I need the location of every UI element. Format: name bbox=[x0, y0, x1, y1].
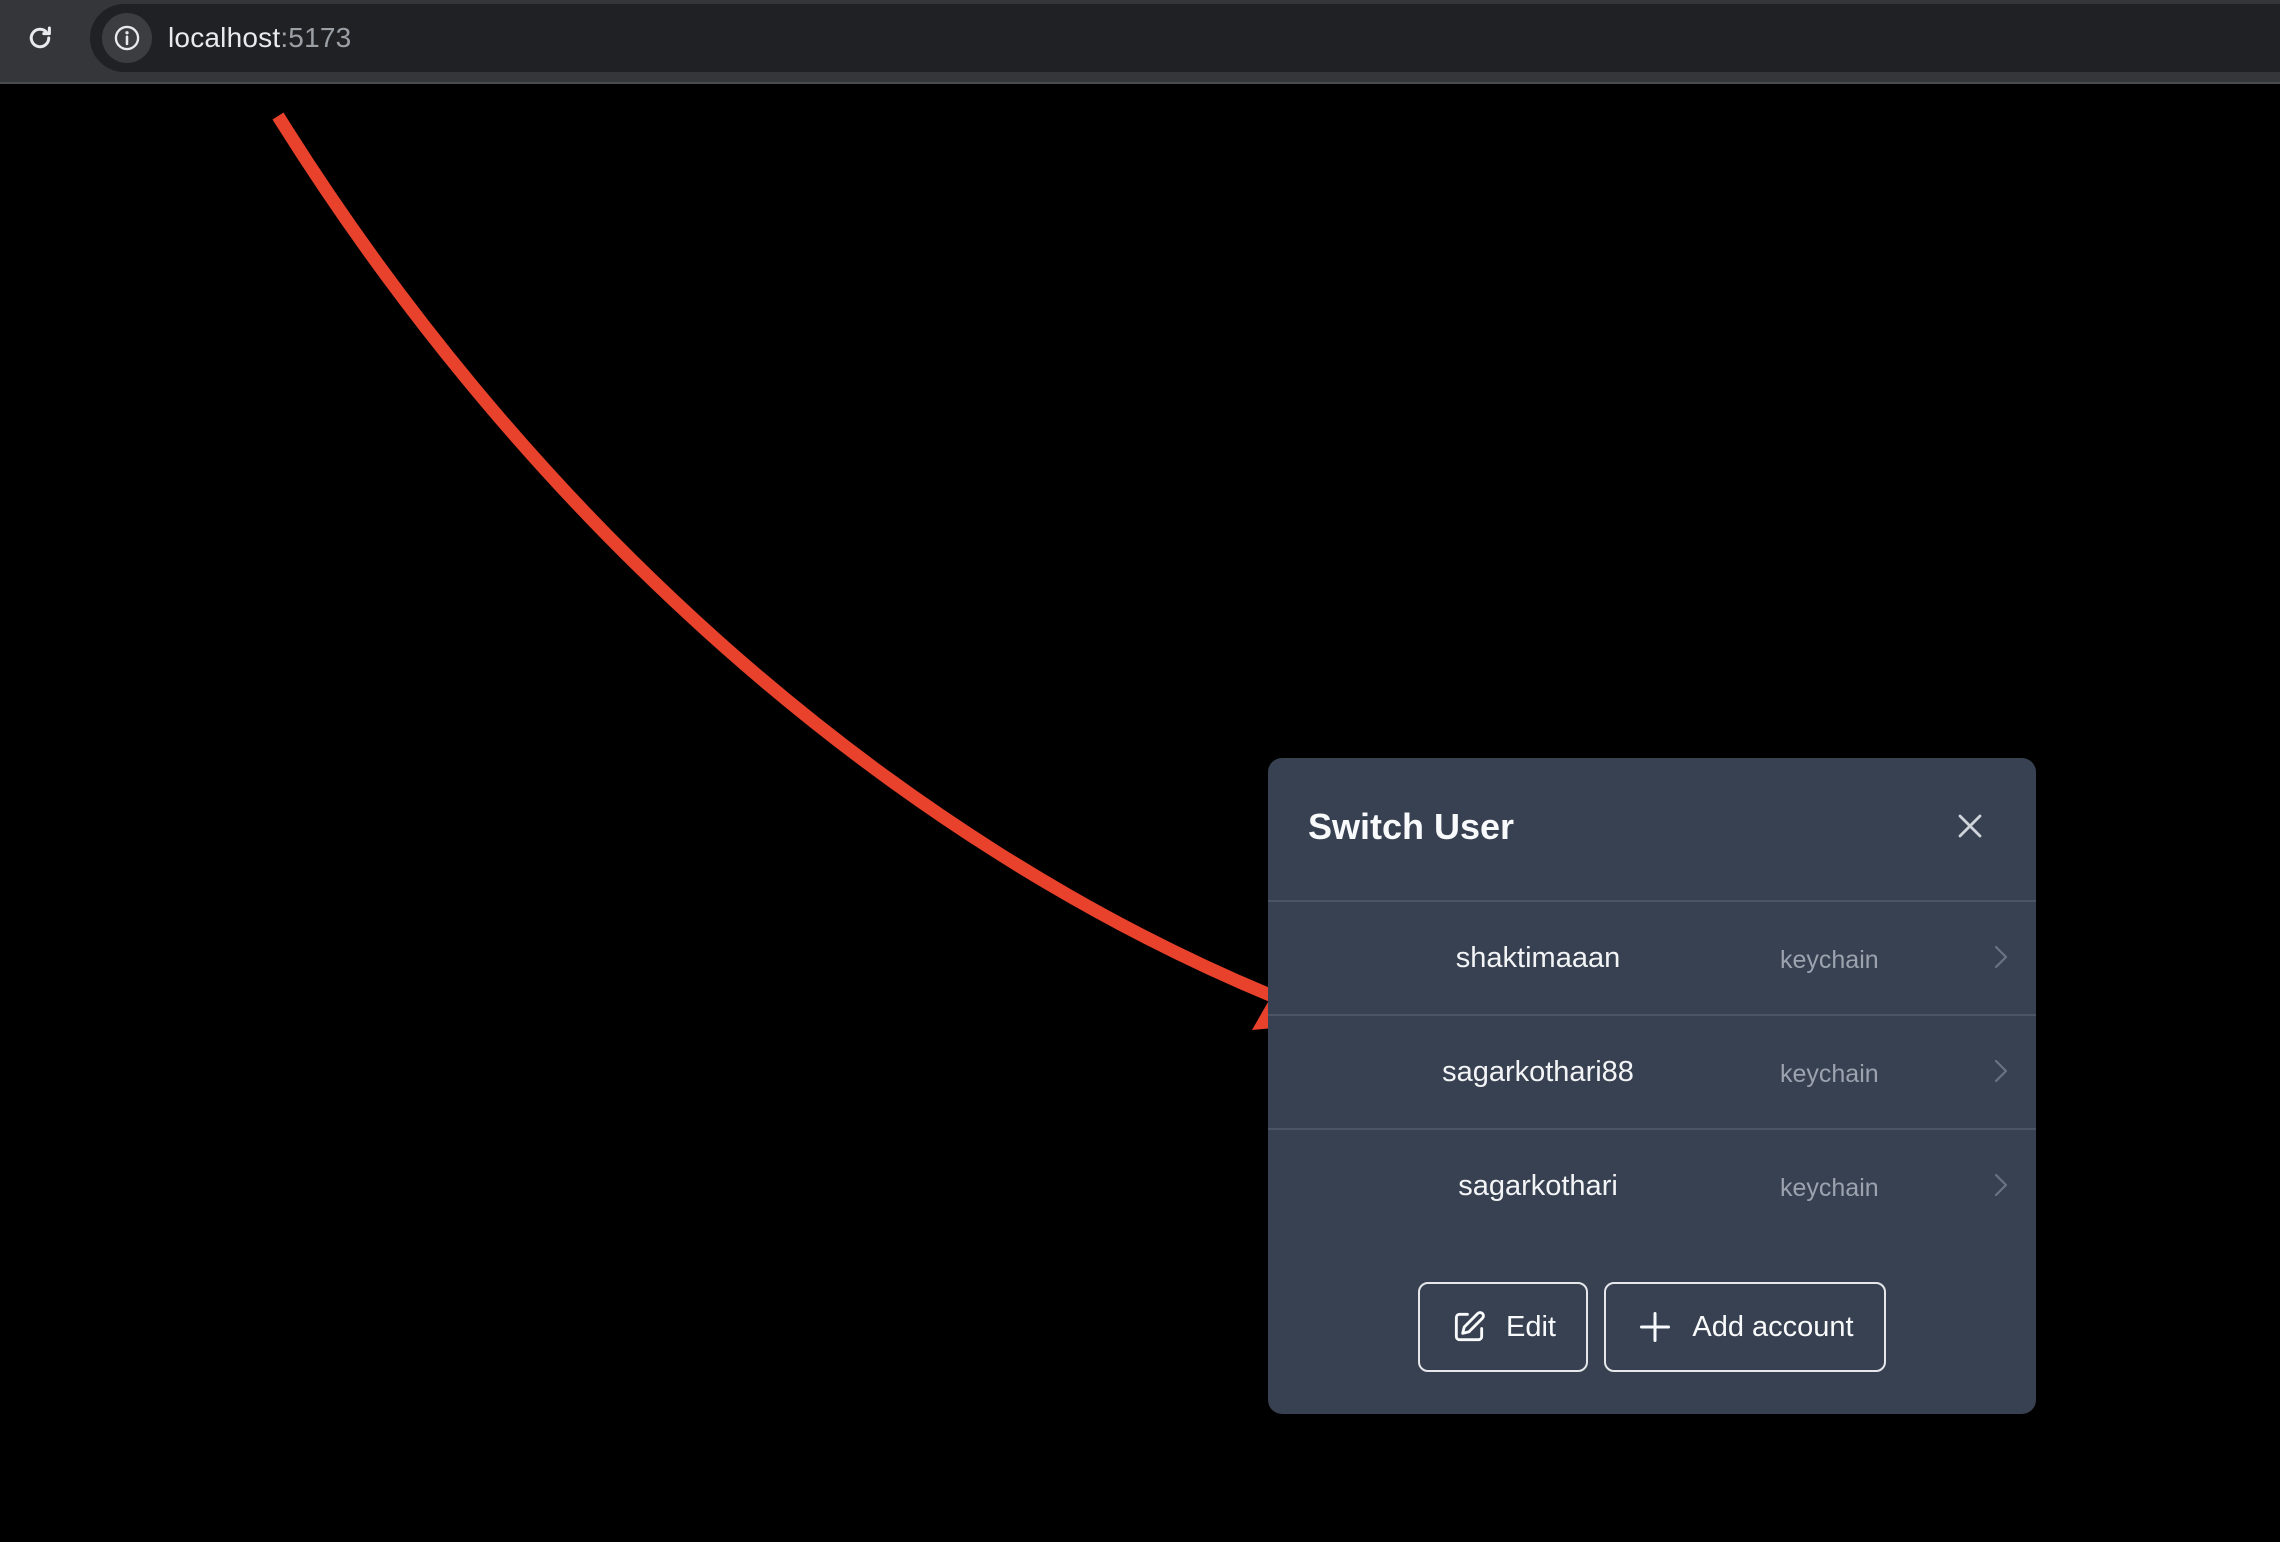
browser-toolbar: localhost:5173 bbox=[0, 0, 2280, 84]
dialog-title: Switch User bbox=[1308, 806, 1515, 847]
url-host: localhost bbox=[168, 22, 281, 53]
info-icon bbox=[114, 25, 140, 51]
chevron-right-icon bbox=[1994, 945, 2008, 969]
user-name: sagarkothari bbox=[1458, 1169, 1618, 1202]
chevron-right-icon bbox=[1994, 1059, 2008, 1083]
plus-icon bbox=[1636, 1308, 1674, 1346]
edit-button-label: Edit bbox=[1506, 1310, 1556, 1343]
add-account-button-label: Add account bbox=[1692, 1310, 1854, 1343]
user-auth-type: keychain bbox=[1780, 1173, 1879, 1202]
user-name: sagarkothari88 bbox=[1442, 1055, 1634, 1088]
add-account-button[interactable]: Add account bbox=[1604, 1282, 1886, 1372]
site-info-button[interactable] bbox=[102, 13, 152, 63]
user-auth-type: keychain bbox=[1780, 1059, 1879, 1088]
user-row-sagarkothari88[interactable]: sagarkothari88 keychain bbox=[1268, 1016, 2036, 1130]
user-row-shaktimaaan[interactable]: shaktimaaan keychain bbox=[1268, 902, 2036, 1016]
edit-icon bbox=[1450, 1308, 1488, 1346]
reload-icon bbox=[29, 26, 51, 49]
user-name: shaktimaaan bbox=[1455, 941, 1621, 974]
dialog-actions: Edit Add account bbox=[1268, 1282, 2036, 1372]
user-auth-type: keychain bbox=[1780, 945, 1879, 974]
address-bar[interactable]: localhost:5173 bbox=[90, 4, 2280, 72]
user-row-sagarkothari[interactable]: sagarkothari keychain bbox=[1268, 1130, 2036, 1244]
switch-user-dialog: Switch User shaktimaaan keychain sagarko… bbox=[1268, 758, 2036, 1414]
url-text[interactable]: localhost:5173 bbox=[168, 22, 351, 54]
close-button[interactable] bbox=[1948, 804, 1992, 848]
dialog-header: Switch User bbox=[1268, 758, 2036, 902]
close-icon bbox=[1958, 814, 1982, 838]
chevron-right-icon bbox=[1994, 1173, 2008, 1197]
edit-button[interactable]: Edit bbox=[1418, 1282, 1588, 1372]
url-port: :5173 bbox=[280, 22, 352, 53]
reload-button[interactable] bbox=[18, 16, 62, 60]
